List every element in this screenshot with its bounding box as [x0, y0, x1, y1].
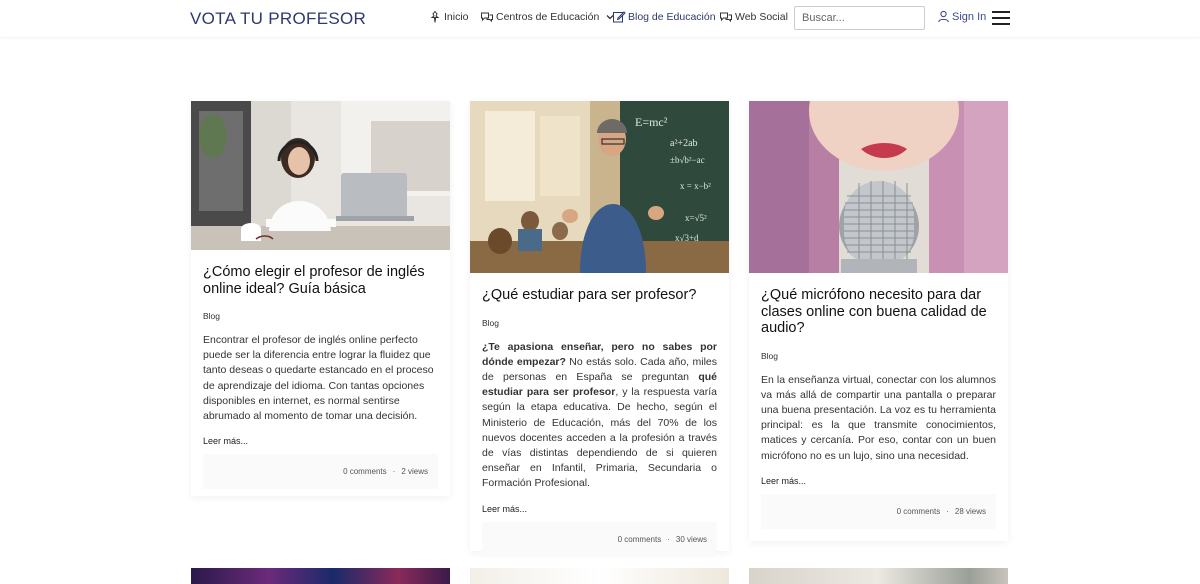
post-category[interactable]: Blog: [482, 318, 717, 328]
nav-item-centros[interactable]: Centros de Educación: [480, 10, 617, 24]
excerpt-text: , y la respuesta varía según la etapa ed…: [482, 386, 717, 490]
nav-label: Centros de Educación: [496, 11, 600, 23]
read-more-link[interactable]: Leer más...: [203, 436, 248, 446]
post-title[interactable]: ¿Qué micrófono necesito para dar clases …: [761, 287, 996, 337]
edit-icon: [612, 10, 626, 24]
post-meta: 0 comments · 2 views: [203, 454, 438, 490]
nav-item-inicio[interactable]: Inicio: [428, 10, 469, 24]
chat-bubbles-icon: [719, 10, 733, 24]
post-card: ¿Cómo elegir el profesor de inglés onlin…: [191, 101, 450, 496]
comments-count[interactable]: 0 comments: [618, 535, 662, 544]
post-image[interactable]: [191, 101, 450, 250]
read-more-link[interactable]: Leer más...: [761, 476, 806, 486]
post-image[interactable]: [470, 568, 729, 584]
read-more-link[interactable]: Leer más...: [482, 504, 527, 514]
nav-label: Blog de Educación: [628, 11, 716, 23]
post-category[interactable]: Blog: [203, 311, 438, 321]
post-image[interactable]: [191, 568, 450, 584]
svg-text:a²+2ab: a²+2ab: [670, 138, 698, 149]
views-count: 30 views: [675, 534, 707, 544]
comments-count[interactable]: 0 comments: [343, 467, 387, 476]
sign-in-link[interactable]: Sign In: [937, 10, 986, 23]
post-excerpt: ¿Te apasiona enseñar, pero no sabes por …: [482, 340, 717, 492]
post-image[interactable]: [749, 568, 1008, 584]
post-category[interactable]: Blog: [761, 351, 996, 361]
post-excerpt: En la enseñanza virtual, conectar con lo…: [761, 373, 996, 462]
nav-item-blog[interactable]: Blog de Educación: [612, 10, 716, 24]
post-meta: 0 comments · 28 views: [761, 493, 996, 529]
site-logo[interactable]: VOTA TU PROFESOR: [190, 9, 366, 29]
menu-icon[interactable]: [992, 11, 1010, 25]
chat-bubbles-icon: [480, 10, 494, 24]
svg-text:x = x−b²: x = x−b²: [680, 181, 711, 191]
site-header: VOTA TU PROFESOR Inicio Centros de Educa…: [0, 0, 1200, 37]
pin-icon: [428, 10, 442, 24]
post-meta: 0 comments · 30 views: [482, 521, 717, 557]
post-excerpt: Encontrar el profesor de inglés online p…: [203, 334, 434, 423]
nav-item-web-social[interactable]: Web Social: [719, 10, 788, 24]
svg-text:±b√b²−ac: ±b√b²−ac: [670, 155, 705, 165]
post-card: E=mc² a²+2ab ±b√b²−ac x = x−b² x=√5² x√3…: [470, 101, 729, 557]
post-image[interactable]: [749, 101, 1008, 273]
comments-count[interactable]: 0 comments: [897, 507, 941, 516]
sign-in-label: Sign In: [952, 10, 987, 23]
views-count: 2 views: [401, 467, 428, 477]
nav-label: Inicio: [444, 11, 469, 23]
svg-text:E=mc²: E=mc²: [635, 115, 668, 129]
user-icon: [937, 10, 950, 23]
post-title[interactable]: ¿Qué estudiar para ser profesor?: [482, 287, 717, 304]
nav-label: Web Social: [735, 11, 788, 23]
post-card: ¿Qué micrófono necesito para dar clases …: [749, 101, 1008, 541]
post-image[interactable]: E=mc² a²+2ab ±b√b²−ac x = x−b² x=√5² x√3…: [470, 101, 729, 273]
views-count: 28 views: [954, 506, 986, 516]
post-title[interactable]: ¿Cómo elegir el profesor de inglés onlin…: [203, 264, 438, 297]
svg-text:x=√5²: x=√5²: [685, 213, 707, 223]
search-input[interactable]: [794, 6, 925, 30]
